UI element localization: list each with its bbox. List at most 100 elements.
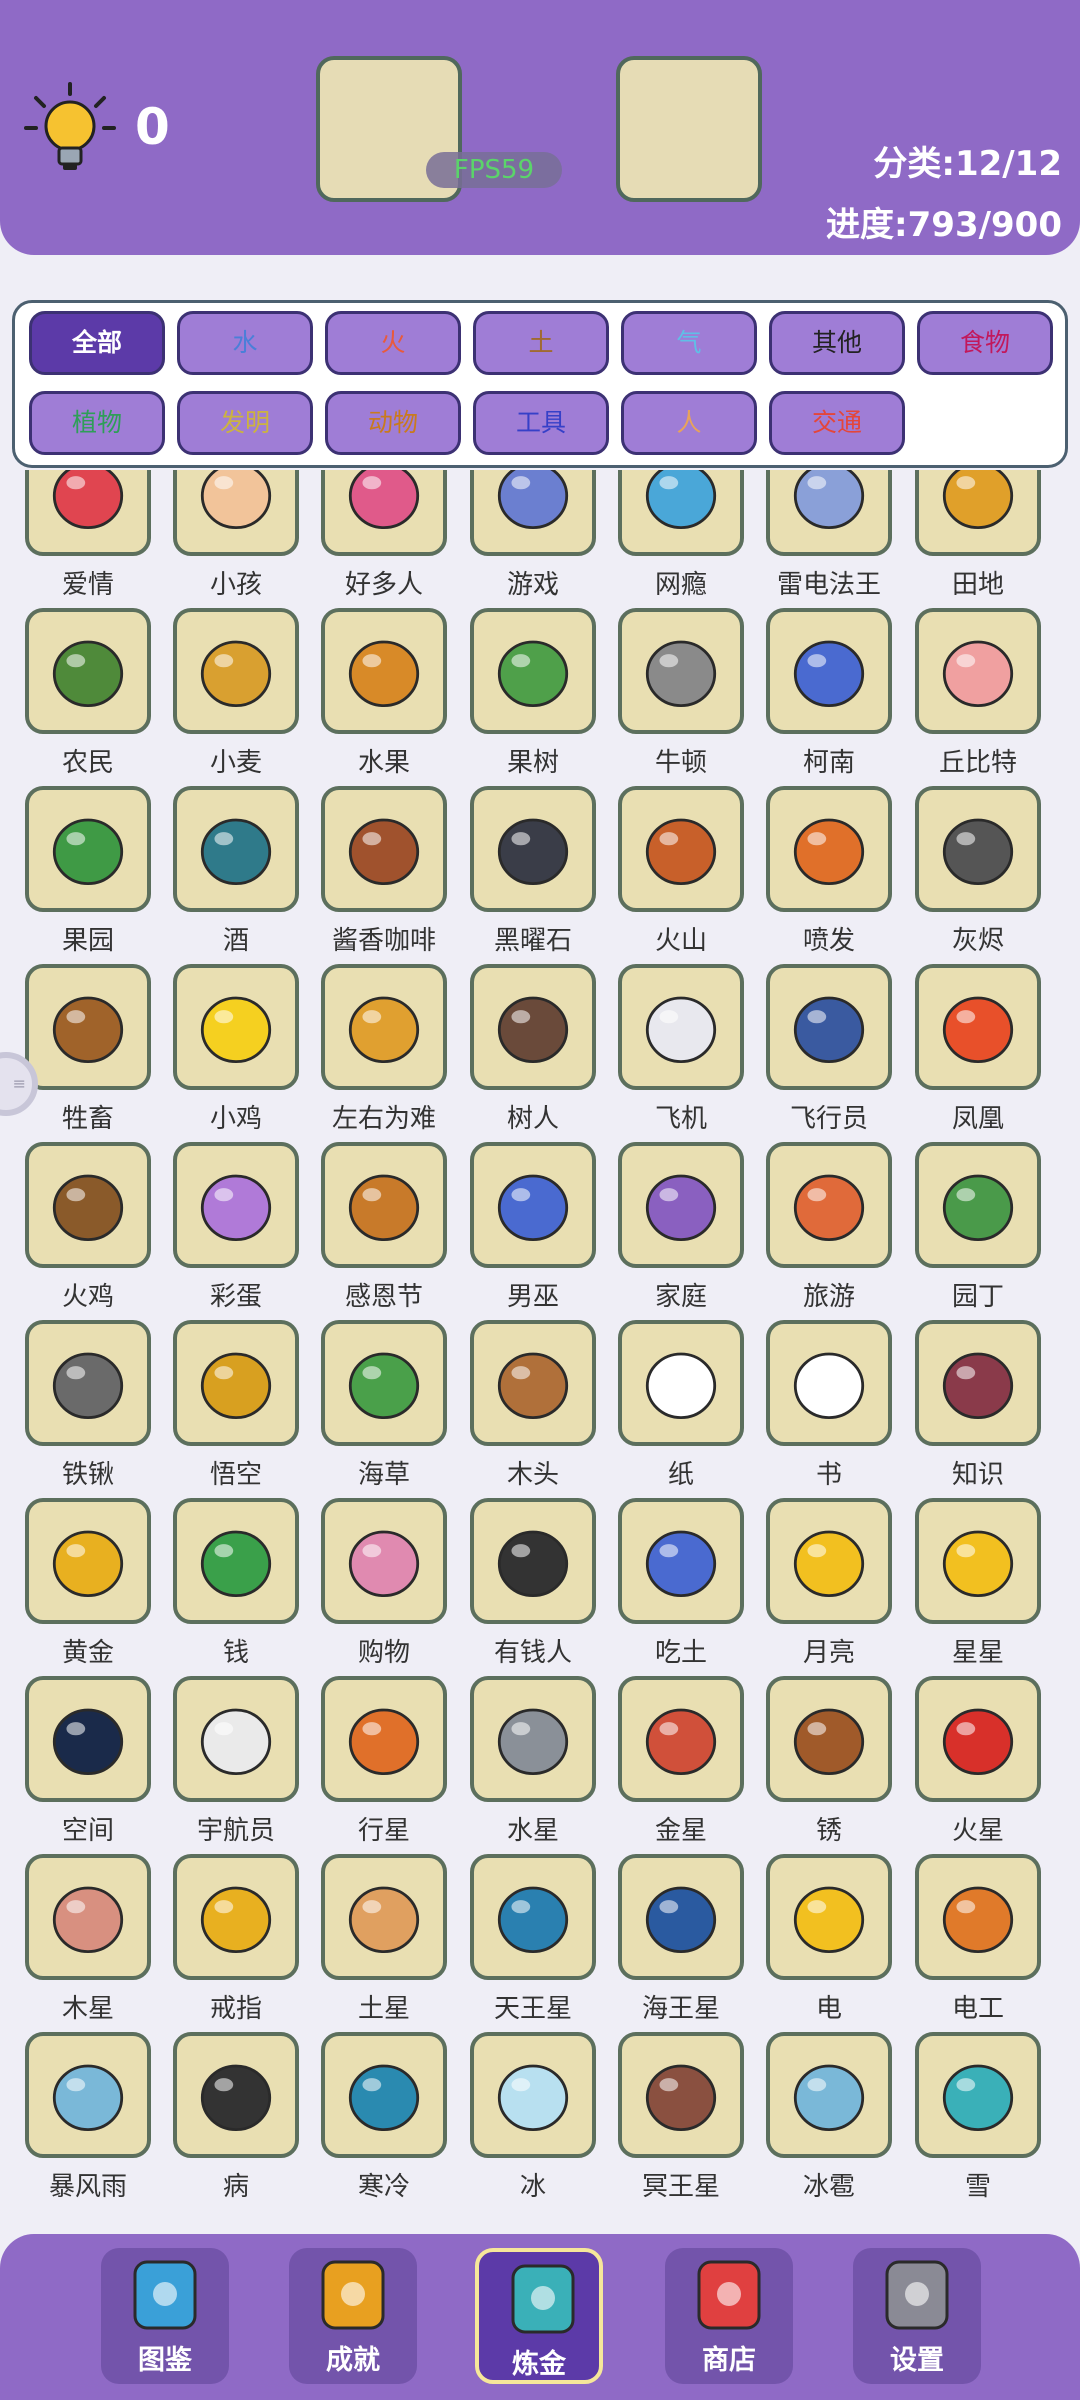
- element-item[interactable]: 月亮: [755, 1498, 903, 1676]
- rich-man-icon[interactable]: [470, 1498, 596, 1624]
- element-item[interactable]: 灰烬: [904, 786, 1052, 964]
- element-item[interactable]: 悟空: [162, 1320, 310, 1498]
- element-item[interactable]: 飞行员: [755, 964, 903, 1142]
- element-item[interactable]: 星星: [904, 1498, 1052, 1676]
- field-icon[interactable]: [915, 470, 1041, 556]
- baby-icon[interactable]: [173, 470, 299, 556]
- fruit-tree-icon[interactable]: [470, 608, 596, 734]
- element-item[interactable]: 空间: [14, 1676, 162, 1854]
- filter-chip-6[interactable]: 食物: [917, 311, 1053, 375]
- element-item[interactable]: 病: [162, 2032, 310, 2210]
- filter-chip-4[interactable]: 气: [621, 311, 757, 375]
- element-item[interactable]: 电工: [904, 1854, 1052, 2032]
- element-item[interactable]: 黄金: [14, 1498, 162, 1676]
- moon-icon[interactable]: [766, 1498, 892, 1624]
- element-item[interactable]: 好多人: [310, 470, 458, 608]
- mars-icon[interactable]: [915, 1676, 1041, 1802]
- internet-addict-icon[interactable]: [618, 470, 744, 556]
- element-item[interactable]: 左右为难: [310, 964, 458, 1142]
- element-item[interactable]: 水星: [459, 1676, 607, 1854]
- livestock-icon[interactable]: [25, 964, 151, 1090]
- filter-chip-9[interactable]: 动物: [325, 391, 461, 455]
- element-item[interactable]: 小麦: [162, 608, 310, 786]
- wukong-icon[interactable]: [173, 1320, 299, 1446]
- venus-icon[interactable]: [618, 1676, 744, 1802]
- chick-icon[interactable]: [173, 964, 299, 1090]
- nav-encyclopedia[interactable]: 图鉴: [101, 2248, 229, 2384]
- storm-icon[interactable]: [25, 2032, 151, 2158]
- element-item[interactable]: 喷发: [755, 786, 903, 964]
- pluto-icon[interactable]: [618, 2032, 744, 2158]
- element-item[interactable]: 天王星: [459, 1854, 607, 2032]
- wheat-icon[interactable]: [173, 608, 299, 734]
- gardener-icon[interactable]: [915, 1142, 1041, 1268]
- element-item[interactable]: 吃土: [607, 1498, 755, 1676]
- newton-icon[interactable]: [618, 608, 744, 734]
- shovel-icon[interactable]: [25, 1320, 151, 1446]
- element-item[interactable]: 书: [755, 1320, 903, 1498]
- element-item[interactable]: 戒指: [162, 1854, 310, 2032]
- space-icon[interactable]: [25, 1676, 151, 1802]
- saturn-icon[interactable]: [321, 1854, 447, 1980]
- filter-chip-7[interactable]: 植物: [29, 391, 165, 455]
- airplane-icon[interactable]: [618, 964, 744, 1090]
- element-item[interactable]: 田地: [904, 470, 1052, 608]
- element-item[interactable]: 旅游: [755, 1142, 903, 1320]
- electrician-icon[interactable]: [915, 1854, 1041, 1980]
- rust-icon[interactable]: [766, 1676, 892, 1802]
- element-item[interactable]: 暴风雨: [14, 2032, 162, 2210]
- element-item[interactable]: 黑曜石: [459, 786, 607, 964]
- coffee-icon[interactable]: [321, 786, 447, 912]
- filter-chip-3[interactable]: 土: [473, 311, 609, 375]
- element-item[interactable]: 宇航员: [162, 1676, 310, 1854]
- element-item[interactable]: 彩蛋: [162, 1142, 310, 1320]
- element-item[interactable]: 柯南: [755, 608, 903, 786]
- knowledge-icon[interactable]: [915, 1320, 1041, 1446]
- element-item[interactable]: 雷电法王: [755, 470, 903, 608]
- nav-shop-gift[interactable]: 商店: [665, 2248, 793, 2384]
- element-item[interactable]: 行星: [310, 1676, 458, 1854]
- element-item[interactable]: 寒冷: [310, 2032, 458, 2210]
- element-item[interactable]: 购物: [310, 1498, 458, 1676]
- pilot-icon[interactable]: [766, 964, 892, 1090]
- filter-chip-1[interactable]: 水: [177, 311, 313, 375]
- wine-icon[interactable]: [173, 786, 299, 912]
- element-item[interactable]: 铁锹: [14, 1320, 162, 1498]
- filter-chip-0[interactable]: 全部: [29, 311, 165, 375]
- uranus-icon[interactable]: [470, 1854, 596, 1980]
- element-item[interactable]: 家庭: [607, 1142, 755, 1320]
- ring-icon[interactable]: [173, 1854, 299, 1980]
- element-item[interactable]: 感恩节: [310, 1142, 458, 1320]
- element-item[interactable]: 酒: [162, 786, 310, 964]
- phoenix-icon[interactable]: [915, 964, 1041, 1090]
- ash-icon[interactable]: [915, 786, 1041, 912]
- wizard-icon[interactable]: [470, 1142, 596, 1268]
- element-item[interactable]: 网瘾: [607, 470, 755, 608]
- element-item[interactable]: 金星: [607, 1676, 755, 1854]
- element-item[interactable]: 酱香咖啡: [310, 786, 458, 964]
- ice-icon[interactable]: [470, 2032, 596, 2158]
- jupiter-icon[interactable]: [25, 1854, 151, 1980]
- easter-egg-icon[interactable]: [173, 1142, 299, 1268]
- element-item[interactable]: 土星: [310, 1854, 458, 2032]
- element-item[interactable]: 锈: [755, 1676, 903, 1854]
- eating-dirt-icon[interactable]: [618, 1498, 744, 1624]
- element-item[interactable]: 火山: [607, 786, 755, 964]
- dilemma-icon[interactable]: [321, 964, 447, 1090]
- tree-person-icon[interactable]: [470, 964, 596, 1090]
- thanksgiving-icon[interactable]: [321, 1142, 447, 1268]
- element-item[interactable]: 海王星: [607, 1854, 755, 2032]
- element-item[interactable]: 火星: [904, 1676, 1052, 1854]
- element-item[interactable]: 飞机: [607, 964, 755, 1142]
- money-icon[interactable]: [173, 1498, 299, 1624]
- volcano-icon[interactable]: [618, 786, 744, 912]
- filter-chip-8[interactable]: 发明: [177, 391, 313, 455]
- element-item[interactable]: 雪: [904, 2032, 1052, 2210]
- element-item[interactable]: 农民: [14, 608, 162, 786]
- element-item[interactable]: 果树: [459, 608, 607, 786]
- element-item[interactable]: 小孩: [162, 470, 310, 608]
- element-item[interactable]: 丘比特: [904, 608, 1052, 786]
- element-item[interactable]: 电: [755, 1854, 903, 2032]
- element-item[interactable]: 冰雹: [755, 2032, 903, 2210]
- mercury-icon[interactable]: [470, 1676, 596, 1802]
